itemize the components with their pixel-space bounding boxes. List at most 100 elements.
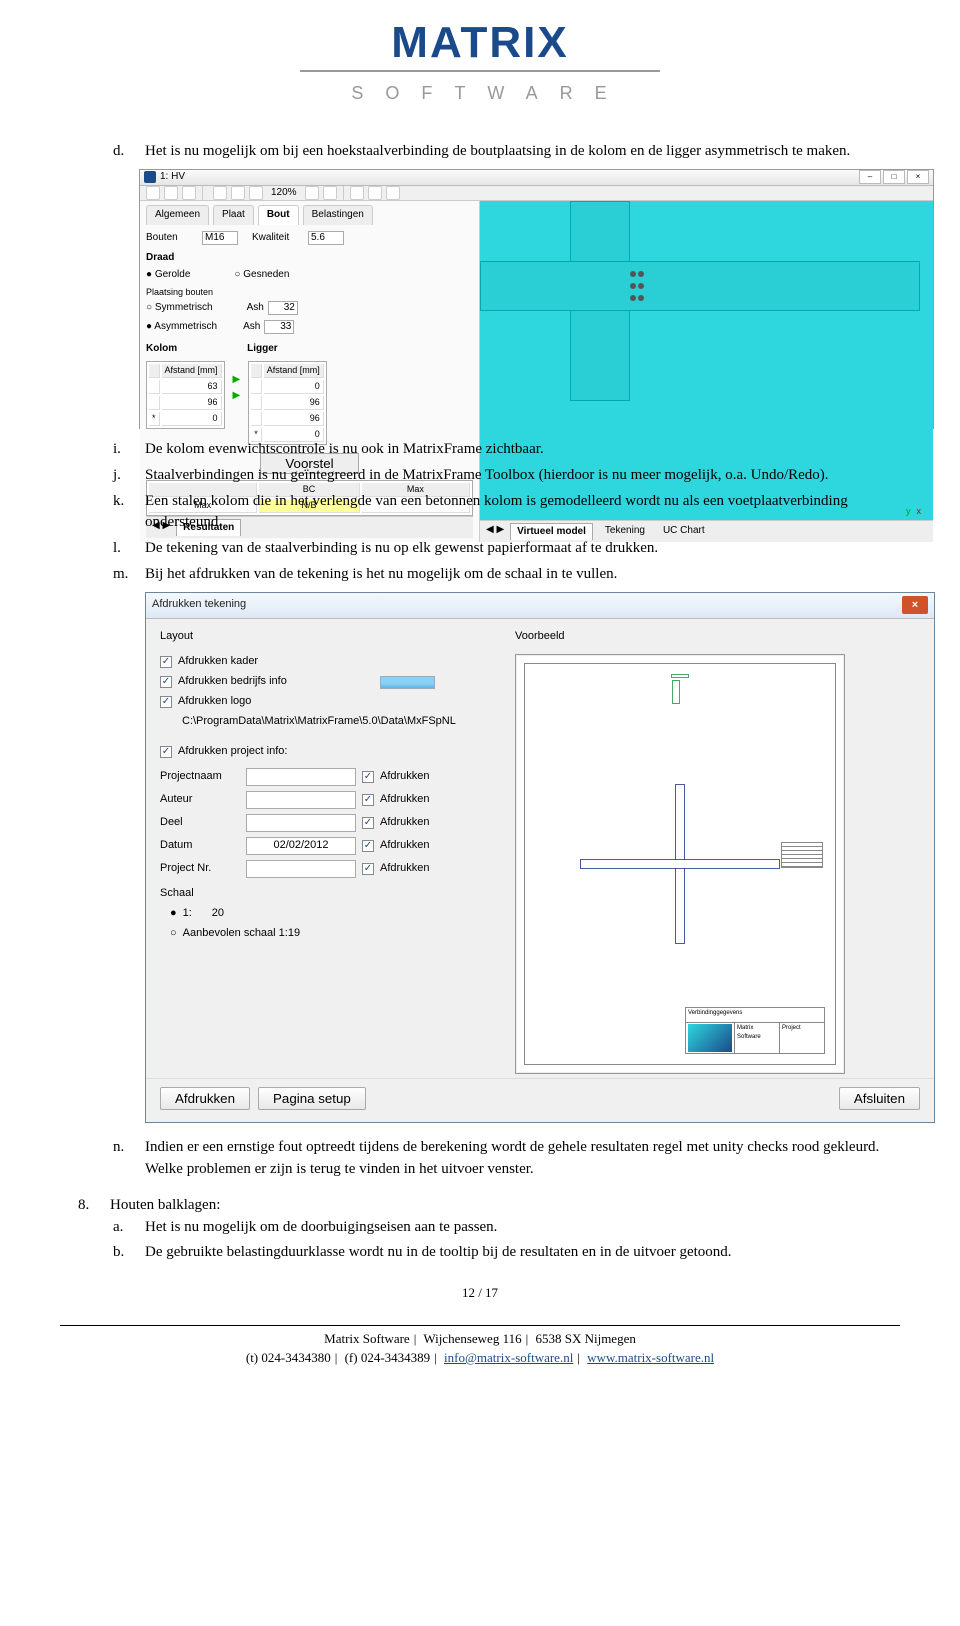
list-item-8: 8.Houten balklagen: a.Het is nu mogelijk… xyxy=(110,1195,900,1264)
afstand-col-header: Afstand [mm] xyxy=(162,364,222,378)
list-item-8b: b.De gebruikte belastingduurklasse wordt… xyxy=(145,1242,900,1264)
close-button[interactable]: × xyxy=(907,170,929,184)
ash-input-1[interactable]: 32 xyxy=(268,301,298,315)
list-item-d: d.Het is nu mogelijk om bij een hoekstaa… xyxy=(145,141,900,429)
print-icon[interactable] xyxy=(182,186,196,200)
item-n-text: Indien er een ernstige fout optreedt tij… xyxy=(145,1139,879,1177)
dialog-button-bar: Afdrukken Pagina setup Afsluiten xyxy=(146,1078,934,1122)
checkbox-afdrukken[interactable]: ✓ xyxy=(362,840,374,852)
zoom-out-icon[interactable] xyxy=(249,186,263,200)
zoom-in-icon[interactable] xyxy=(213,186,227,200)
kwaliteit-combo[interactable]: 5.6 xyxy=(308,231,344,245)
chk-project-label: Afdrukken project info: xyxy=(178,744,287,760)
zoom-icon[interactable] xyxy=(231,186,245,200)
projectnr-input[interactable] xyxy=(246,860,356,878)
tab-plaat[interactable]: Plaat xyxy=(213,205,254,225)
bolt-icon xyxy=(630,295,636,301)
toolbar-icon[interactable] xyxy=(368,186,382,200)
radio-symmetrisch[interactable]: Symmetrisch xyxy=(146,301,213,316)
datum-label: Datum xyxy=(160,838,240,854)
auteur-label: Auteur xyxy=(160,792,240,808)
toolbar-icon[interactable] xyxy=(146,186,160,200)
maximize-button[interactable]: □ xyxy=(883,170,905,184)
tab-belastingen[interactable]: Belastingen xyxy=(303,205,373,225)
bolt-icon xyxy=(630,283,636,289)
checkbox-afdrukken[interactable]: ✓ xyxy=(362,771,374,783)
item-i-text: De kolom evenwichtscontrole is nu ook in… xyxy=(145,441,544,457)
checkbox-project[interactable]: ✓ xyxy=(160,746,172,758)
checkbox-afdrukken[interactable]: ✓ xyxy=(362,794,374,806)
tab-algemeen[interactable]: Algemeen xyxy=(146,205,209,225)
checkbox-bedrijfs[interactable]: ✓ xyxy=(160,676,172,688)
radio-asymmetrisch[interactable]: Asymmetrisch xyxy=(146,320,217,335)
email-link[interactable]: info@matrix-software.nl xyxy=(444,1350,573,1365)
tab-bout[interactable]: Bout xyxy=(258,205,299,225)
print-dialog: Afdrukken tekening × Layout ✓Afdrukken k… xyxy=(145,592,935,1124)
axis-indicator: yx xyxy=(906,505,921,518)
checkbox-kader[interactable]: ✓ xyxy=(160,656,172,668)
item-j-text: Staalverbindingen is nu geïntegreerd in … xyxy=(145,467,829,483)
afsluiten-button[interactable]: Afsluiten xyxy=(839,1087,920,1110)
datum-input[interactable]: 02/02/2012 xyxy=(246,837,356,855)
section-8-title: Houten balklagen: xyxy=(110,1197,220,1213)
bouten-label: Bouten xyxy=(146,231,198,246)
checkbox-logo[interactable]: ✓ xyxy=(160,696,172,708)
kolom-grid[interactable]: Afstand [mm] 63 96 *0 xyxy=(146,361,225,429)
logo-header: MATRIX SOFTWARE xyxy=(0,0,960,141)
afdrukken-button[interactable]: Afdrukken xyxy=(160,1087,250,1110)
logo-sub-text: SOFTWARE xyxy=(0,80,960,106)
radio-gesneden[interactable]: Gesneden xyxy=(234,268,289,283)
bolt-icon xyxy=(638,295,644,301)
dialog-preview-panel: Voorbeeld xyxy=(515,629,920,1075)
ligger-grid[interactable]: Afstand [mm] 0 96 96 *0 xyxy=(248,361,327,445)
checkbox-afdrukken[interactable]: ✓ xyxy=(362,817,374,829)
logo-main-text: MATRIX xyxy=(0,25,960,60)
toolbar-icon[interactable] xyxy=(386,186,400,200)
app-window-screenshot: 1: HV – □ × 120% xyxy=(139,169,934,429)
bolt-icon xyxy=(630,271,636,277)
projectnr-label: Project Nr. xyxy=(160,861,240,877)
preview-sheet: Verbindinggegevens Matrix SoftwareProjec… xyxy=(515,654,845,1074)
bouten-size-combo[interactable]: M16 xyxy=(202,231,238,245)
deel-input[interactable] xyxy=(246,814,356,832)
toolbar-icon[interactable] xyxy=(164,186,178,200)
item-l-text: De tekening van de staalverbinding is nu… xyxy=(145,540,658,556)
toolbar-icon[interactable] xyxy=(305,186,319,200)
arrow-right-icon[interactable]: ▶ xyxy=(233,373,241,388)
schaal-input[interactable]: 20 xyxy=(198,906,238,922)
list-item-i: i.De kolom evenwichtscontrole is nu ook … xyxy=(145,439,900,461)
plaatsing-label: Plaatsing bouten xyxy=(146,286,473,299)
ligger-header: Ligger xyxy=(247,342,278,357)
arrow-right-icon[interactable]: ▶ xyxy=(233,389,241,404)
list-item-k: k.Een stalen kolom die in het verlengde … xyxy=(145,491,900,535)
toolbar-icon[interactable] xyxy=(323,186,337,200)
list-item-j: j.Staalverbindingen is nu geïntegreerd i… xyxy=(145,465,900,487)
website-link[interactable]: www.matrix-software.nl xyxy=(587,1350,714,1365)
app-titlebar: 1: HV – □ × xyxy=(140,170,933,186)
progress-bar xyxy=(380,676,435,689)
voorbeeld-header: Voorbeeld xyxy=(515,629,920,645)
auteur-input[interactable] xyxy=(246,791,356,809)
pagina-setup-button[interactable]: Pagina setup xyxy=(258,1087,366,1110)
title-block: Verbindinggegevens Matrix SoftwareProjec… xyxy=(685,1007,825,1054)
app-icon xyxy=(144,171,156,183)
toolbar-icon[interactable] xyxy=(350,186,364,200)
dialog-close-button[interactable]: × xyxy=(902,596,928,614)
ash-input-2[interactable]: 33 xyxy=(264,320,294,334)
projectnaam-input[interactable] xyxy=(246,768,356,786)
dialog-title: Afdrukken tekening xyxy=(152,597,246,613)
radio-aanbevolen[interactable] xyxy=(170,926,177,942)
item-k-text: Een stalen kolom die in het verlengde va… xyxy=(145,493,848,531)
afstand-col-header: Afstand [mm] xyxy=(264,364,324,378)
beam-3d xyxy=(480,261,920,311)
checkbox-afdrukken[interactable]: ✓ xyxy=(362,863,374,875)
page-footer: Matrix Software| Wijchenseweg 116| 6538 … xyxy=(0,1326,960,1388)
radio-schaal-1[interactable] xyxy=(170,906,177,922)
tab-bar: Algemeen Plaat Bout Belastingen xyxy=(146,205,473,225)
dialog-left-panel: Layout ✓Afdrukken kader ✓Afdrukken bedri… xyxy=(160,629,505,1075)
draad-header: Draad xyxy=(146,251,473,266)
radio-gerolde[interactable]: Gerolde xyxy=(146,268,190,283)
item-8a-text: Het is nu mogelijk om de doorbuigingseis… xyxy=(145,1219,497,1235)
minimize-button[interactable]: – xyxy=(859,170,881,184)
chk-bedrijfs-label: Afdrukken bedrijfs info xyxy=(178,674,287,690)
